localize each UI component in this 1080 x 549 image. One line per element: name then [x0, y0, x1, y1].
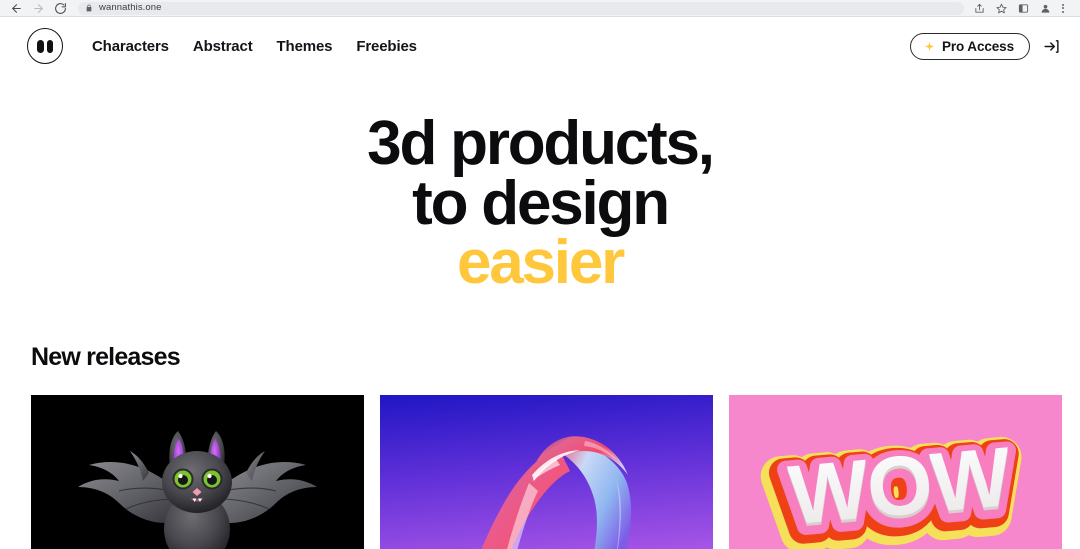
browser-nav-buttons	[6, 2, 67, 15]
hero-headline: 3d products, to design easier	[0, 113, 1080, 294]
abstract-arch-illustration	[380, 394, 713, 549]
url-text: wannathis.one	[99, 2, 162, 14]
wannathis-logo[interactable]	[27, 28, 63, 64]
bookmark-star-icon[interactable]	[996, 3, 1007, 14]
reload-icon[interactable]	[54, 2, 67, 15]
browser-toolbar: wannathis.one	[0, 0, 1080, 17]
lock-icon	[85, 4, 93, 12]
header-actions: Pro Access	[909, 32, 1060, 60]
nav-item-abstract[interactable]: Abstract	[193, 38, 253, 55]
logo-eye-right	[46, 39, 53, 53]
profile-avatar-icon[interactable]	[1040, 3, 1051, 14]
logo-eye-left	[37, 39, 44, 53]
new-releases-card-grid: WOW WOW WOW WOW WOW	[0, 394, 1080, 549]
main-nav: Characters Abstract Themes Freebies	[92, 38, 417, 55]
pro-access-button[interactable]: Pro Access	[909, 32, 1030, 60]
hero-line-3-accent: easier	[456, 228, 625, 298]
address-bar[interactable]: wannathis.one	[78, 1, 964, 15]
card-abstract-arch[interactable]	[380, 394, 713, 549]
browser-toolbar-icons	[974, 3, 1066, 14]
three-dot-menu-icon[interactable]	[1062, 3, 1064, 13]
nav-item-themes[interactable]: Themes	[277, 38, 333, 55]
side-panel-icon[interactable]	[1018, 3, 1029, 14]
wow-typography-illustration: WOW WOW WOW WOW WOW	[729, 394, 1062, 549]
svg-text:WOW: WOW	[785, 429, 1015, 542]
sparkle-icon	[924, 41, 935, 52]
pro-access-label: Pro Access	[941, 38, 1014, 54]
section-title-new-releases: New releases	[31, 342, 181, 371]
nav-item-characters[interactable]: Characters	[92, 38, 169, 55]
nav-item-freebies[interactable]: Freebies	[356, 38, 417, 55]
back-arrow-icon[interactable]	[10, 2, 23, 15]
bat-character-illustration	[31, 394, 364, 549]
share-icon[interactable]	[974, 3, 985, 14]
card-bat-character[interactable]	[31, 394, 364, 549]
hero-section: 3d products, to design easier	[0, 75, 1080, 294]
forward-arrow-icon[interactable]	[32, 2, 45, 15]
card-wow-typography[interactable]: WOW WOW WOW WOW WOW	[729, 394, 1062, 549]
site-header: Characters Abstract Themes Freebies Pro …	[0, 17, 1080, 75]
login-arrow-icon[interactable]	[1043, 38, 1060, 55]
